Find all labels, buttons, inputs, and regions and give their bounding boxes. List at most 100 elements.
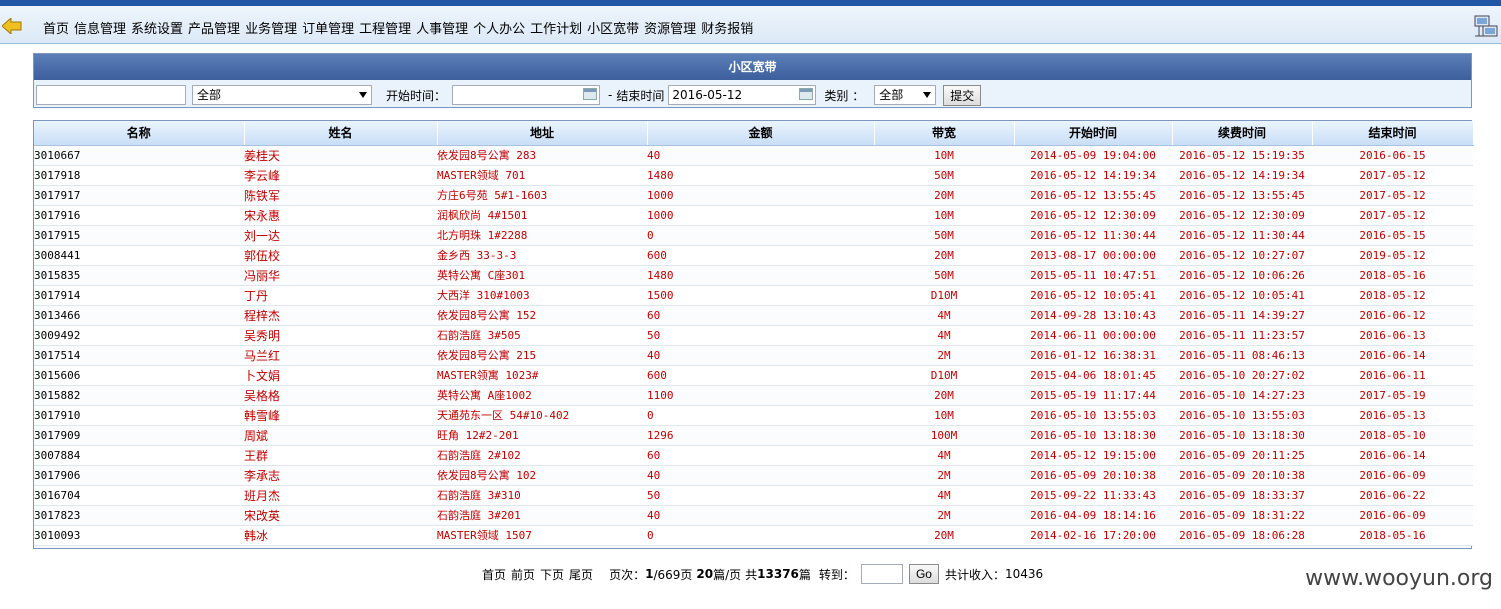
customer-name-cell[interactable]: 马兰红 bbox=[244, 345, 437, 366]
nav-item[interactable]: 个人办公 bbox=[473, 18, 525, 37]
first-page-link[interactable]: 首页 bbox=[482, 566, 506, 583]
table-row[interactable]: 3017906 李承志 依发园8号公寓 102 40 2M 2016-05-09 20:1… bbox=[34, 465, 1473, 486]
address-cell: 依发园8号公寓 215 bbox=[437, 345, 647, 366]
record-id-cell: 3017823 bbox=[34, 505, 244, 526]
nav-item[interactable]: 小区宽带 bbox=[587, 18, 639, 37]
table-row[interactable]: 3017918 李云峰 MASTER领域 701 1480 50M 2016-05-12 … bbox=[34, 165, 1473, 186]
table-row[interactable]: 3017914 丁丹 大西洋 310#1003 1500 D10M 2016-05-12 … bbox=[34, 285, 1473, 306]
customer-name-cell[interactable]: 李承志 bbox=[244, 465, 437, 486]
end-time-cell: 2017-05-12 bbox=[1312, 165, 1473, 186]
customer-name-cell[interactable]: 程梓杰 bbox=[244, 305, 437, 326]
nav-item[interactable]: 产品管理 bbox=[188, 18, 240, 37]
table-row[interactable]: 3016704 班月杰 石韵浩庭 3#310 50 4M 2015-09-22 11:33… bbox=[34, 485, 1473, 506]
nav-item[interactable]: 资源管理 bbox=[644, 18, 696, 37]
start-time-cell: 2016-01-12 16:38:31 bbox=[1014, 345, 1172, 366]
table-row[interactable]: 3015882 吴格格 英特公寓 A座1002 1100 20M 2015-05-19 1… bbox=[34, 385, 1473, 406]
table-row[interactable]: 3017823 宋改英 石韵浩庭 3#201 40 2M 2016-04-09 18:14… bbox=[34, 505, 1473, 526]
nav-item[interactable]: 人事管理 bbox=[416, 18, 468, 37]
column-header[interactable]: 金额 bbox=[647, 121, 875, 146]
nav-item[interactable]: 业务管理 bbox=[245, 18, 297, 37]
start-time-input[interactable] bbox=[452, 85, 601, 105]
customer-name-cell[interactable]: 李云峰 bbox=[244, 165, 437, 186]
end-time-field[interactable] bbox=[668, 85, 817, 105]
nav-item[interactable]: 工程管理 bbox=[359, 18, 411, 37]
amount-cell: 0 bbox=[647, 405, 874, 426]
search-form: 全部 开始时间： - 结束时间 类别 ： 全部 提交 bbox=[36, 84, 982, 106]
go-button[interactable]: Go bbox=[908, 564, 939, 584]
column-header[interactable]: 结束时间 bbox=[1312, 121, 1474, 146]
nav-item[interactable]: 系统设置 bbox=[131, 18, 183, 37]
calendar-icon[interactable] bbox=[583, 88, 598, 100]
start-time-cell: 2016-05-10 13:18:30 bbox=[1014, 425, 1172, 446]
type-label: 类别 ： bbox=[824, 88, 865, 103]
table-row[interactable]: 3017916 宋永惠 润枫欣尚 4#1501 1000 10M 2016-05-12 1… bbox=[34, 205, 1473, 226]
table-row[interactable]: 3015606 卜文娟 MASTER领寓 1023# 600 D10M 2015-04-0… bbox=[34, 365, 1473, 386]
table-row[interactable]: 3010093 韩冰 MASTER领域 1507 0 20M 2014-02-16 17:… bbox=[34, 525, 1473, 546]
customer-name-cell[interactable]: 刘一达 bbox=[244, 225, 437, 246]
chevron-down-icon bbox=[923, 92, 932, 98]
nav-item[interactable]: 首页 bbox=[43, 18, 69, 37]
column-header[interactable]: 姓名 bbox=[244, 121, 438, 146]
table-row[interactable]: 3007884 王群 石韵浩庭 2#102 60 4M 2014-05-12 19:15:… bbox=[34, 445, 1473, 466]
record-id-cell: 3016704 bbox=[34, 485, 244, 506]
column-header[interactable]: 地址 bbox=[437, 121, 648, 146]
end-time-cell: 2016-06-11 bbox=[1312, 365, 1473, 386]
customer-name-cell[interactable]: 韩冰 bbox=[244, 525, 437, 546]
scope-select[interactable]: 全部 bbox=[192, 85, 372, 105]
table-row[interactable]: 3017514 马兰红 依发园8号公寓 215 40 2M 2016-01-12 16:3… bbox=[34, 345, 1473, 366]
start-time-cell: 2016-05-10 13:55:03 bbox=[1014, 405, 1172, 426]
calendar-icon[interactable] bbox=[799, 88, 814, 100]
end-time-cell: 2017-05-12 bbox=[1312, 185, 1473, 206]
prev-page-link[interactable]: 前页 bbox=[511, 566, 535, 583]
start-time-cell: 2016-05-12 10:05:41 bbox=[1014, 285, 1172, 306]
nav-item[interactable]: 信息管理 bbox=[74, 18, 126, 37]
table-row[interactable]: 3013466 程梓杰 依发园8号公寓 152 60 4M 2014-09-28 13:1… bbox=[34, 305, 1473, 326]
table-row[interactable]: 3017917 陈铁军 方庄6号苑 5#1-1603 1000 20M 2016-05-1… bbox=[34, 185, 1473, 206]
bandwidth-cell: 10M bbox=[874, 205, 1014, 226]
table-row[interactable]: 3009492 吴秀明 石韵浩庭 3#505 50 4M 2014-06-11 00:00… bbox=[34, 325, 1473, 346]
customer-name-cell[interactable]: 吴秀明 bbox=[244, 325, 437, 346]
goto-page-input[interactable] bbox=[860, 564, 903, 584]
keyword-input[interactable] bbox=[36, 85, 186, 105]
customer-name-cell[interactable]: 宋永惠 bbox=[244, 205, 437, 226]
customer-name-cell[interactable]: 吴格格 bbox=[244, 385, 437, 406]
end-time-input[interactable] bbox=[668, 85, 817, 105]
customer-name-cell[interactable]: 姜桂天 bbox=[244, 145, 437, 166]
computer-network-icon[interactable] bbox=[1473, 14, 1499, 40]
customer-name-cell[interactable]: 班月杰 bbox=[244, 485, 437, 506]
table-row[interactable]: 3017915 刘一达 北方明珠 1#2288 0 50M 2016-05-12 11:3… bbox=[34, 225, 1473, 246]
submit-button[interactable]: 提交 bbox=[943, 84, 982, 106]
end-time-cell: 2016-06-12 bbox=[1312, 305, 1473, 326]
type-select[interactable]: 全部 bbox=[874, 85, 937, 105]
customer-name-cell[interactable]: 周斌 bbox=[244, 425, 437, 446]
column-header[interactable]: 名称 bbox=[34, 121, 245, 146]
column-header[interactable]: 带宽 bbox=[874, 121, 1015, 146]
address-cell: 石韵浩庭 2#102 bbox=[437, 445, 647, 466]
record-id-cell: 3010667 bbox=[34, 145, 244, 166]
table-row[interactable]: 3015835 冯丽华 英特公寓 C座301 1480 50M 2015-05-11 10… bbox=[34, 265, 1473, 286]
record-id-cell: 3009492 bbox=[34, 325, 244, 346]
back-arrow-icon[interactable] bbox=[2, 18, 22, 34]
nav-item[interactable]: 工作计划 bbox=[530, 18, 582, 37]
customer-name-cell[interactable]: 冯丽华 bbox=[244, 265, 437, 286]
table-row[interactable]: 3008441 郭伍校 金乡西 33-3-3 600 20M 2013-08-17 00:… bbox=[34, 245, 1473, 266]
next-page-link[interactable]: 下页 bbox=[540, 566, 564, 583]
last-page-link[interactable]: 尾页 bbox=[569, 566, 593, 583]
page-size: 20 bbox=[696, 567, 714, 581]
customer-name-cell[interactable]: 宋改英 bbox=[244, 505, 437, 526]
customer-name-cell[interactable]: 卜文娟 bbox=[244, 365, 437, 386]
customer-name-cell[interactable]: 韩雪峰 bbox=[244, 405, 437, 426]
customer-name-cell[interactable]: 王群 bbox=[244, 445, 437, 466]
column-header[interactable]: 续费时间 bbox=[1172, 121, 1313, 146]
nav-item[interactable]: 财务报销 bbox=[701, 18, 753, 37]
customer-name-cell[interactable]: 陈铁军 bbox=[244, 185, 437, 206]
address-cell: 旺角 12#2-201 bbox=[437, 425, 647, 446]
customer-name-cell[interactable]: 丁丹 bbox=[244, 285, 437, 306]
nav-item[interactable]: 订单管理 bbox=[302, 18, 354, 37]
start-time-field[interactable] bbox=[452, 85, 601, 105]
table-row[interactable]: 3017910 韩雪峰 天通苑东一区 54#10-402 0 10M 2016-05-10… bbox=[34, 405, 1473, 426]
column-header[interactable]: 开始时间 bbox=[1014, 121, 1173, 146]
table-row[interactable]: 3010667 姜桂天 依发园8号公寓 283 40 10M 2014-05-09 19:… bbox=[34, 145, 1473, 166]
table-row[interactable]: 3017909 周斌 旺角 12#2-201 1296 100M 2016-05-10 1… bbox=[34, 425, 1473, 446]
customer-name-cell[interactable]: 郭伍校 bbox=[244, 245, 437, 266]
